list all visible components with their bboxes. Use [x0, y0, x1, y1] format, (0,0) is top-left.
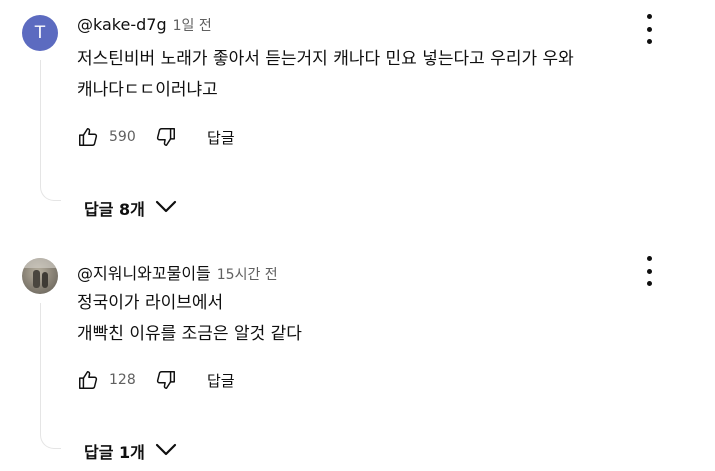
comment-time[interactable]: 15시간 전	[217, 264, 278, 284]
more-vert-icon[interactable]	[637, 256, 661, 286]
thumbs-up-icon[interactable]	[75, 367, 101, 393]
avatar-photo-figure	[42, 272, 48, 288]
comment-2: @지워니와꼬물이들 15시간 전 정국이가 라이브에서 개빡친 이유를 조금은 …	[0, 240, 715, 471]
comment-1: T @kake-d7g 1일 전 저스틴비버 노래가 좋아서 듣는거지 캐나다 …	[0, 0, 715, 235]
menu-dot	[646, 281, 652, 286]
thread-line	[40, 60, 61, 201]
avatar-letter: T	[34, 23, 46, 43]
replies-count-label: 답글 1개	[84, 443, 145, 462]
avatar-photo-sky	[22, 258, 58, 268]
thumbs-up-icon[interactable]	[75, 124, 101, 150]
like-count: 590	[109, 129, 136, 145]
comment-text-line: 개빡친 이유를 조금은 알것 같다	[77, 324, 302, 344]
menu-dot	[646, 39, 652, 44]
thumbs-down-icon[interactable]	[153, 367, 179, 393]
comment-actions: 590 답글	[75, 123, 235, 151]
reply-button[interactable]: 답글	[207, 127, 235, 148]
avatar-photo-figure	[33, 270, 40, 288]
chevron-down-icon	[155, 442, 177, 461]
comment-actions: 128 답글	[75, 366, 235, 394]
comment-text: 정국이가 라이브에서 개빡친 이유를 조금은 알것 같다	[77, 288, 302, 350]
avatar[interactable]	[22, 258, 58, 294]
comment-time[interactable]: 1일 전	[173, 15, 212, 35]
replies-toggle-button[interactable]: 답글 1개	[84, 439, 177, 463]
thumbs-down-icon[interactable]	[153, 124, 179, 150]
menu-dot	[646, 14, 652, 19]
avatar[interactable]: T	[22, 15, 58, 51]
reply-button[interactable]: 답글	[207, 370, 235, 391]
menu-dot	[646, 268, 652, 274]
thread-line	[40, 303, 61, 449]
comment-text-line: 캐나다ㄷㄷ이러냐고	[77, 80, 218, 100]
like-count: 128	[109, 372, 136, 388]
comment-author[interactable]: @지워니와꼬물이들	[77, 260, 211, 284]
chevron-down-icon	[155, 199, 177, 218]
menu-dot	[646, 26, 652, 32]
more-vert-icon[interactable]	[637, 14, 661, 44]
comment-text: 저스틴비버 노래가 좋아서 듣는거지 캐나다 민요 넣는다고 우리가 우와 캐나…	[77, 44, 574, 106]
comment-text-line: 저스틴비버 노래가 좋아서 듣는거지 캐나다 민요 넣는다고 우리가 우와	[77, 49, 574, 69]
comment-author[interactable]: @kake-d7g	[77, 15, 167, 34]
comment-text-line: 정국이가 라이브에서	[77, 293, 224, 313]
comment-header: @지워니와꼬물이들 15시간 전	[77, 260, 278, 284]
replies-count-label: 답글 8개	[84, 200, 145, 219]
comment-header: @kake-d7g 1일 전	[77, 15, 212, 35]
replies-toggle-button[interactable]: 답글 8개	[84, 196, 177, 220]
menu-dot	[646, 256, 652, 261]
